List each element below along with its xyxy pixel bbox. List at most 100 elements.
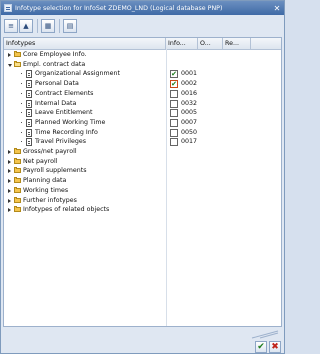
tree-folder-label: Payroll supplements	[23, 167, 87, 175]
column-header-re[interactable]: Re...	[223, 38, 251, 49]
tree-folder-row[interactable]: Core Employee Info.	[4, 50, 281, 60]
tree-item-row[interactable]: Time Recording Info 0050	[4, 128, 281, 138]
expand-arrow-icon[interactable]	[8, 179, 11, 184]
folder-icon	[14, 177, 21, 184]
title-bar[interactable]: Infotype selection for InfoSet ZDEMO_LND…	[1, 1, 284, 15]
collapse-all-icon[interactable]: ▲	[19, 19, 33, 33]
column-header-infotypes[interactable]: Infotypes	[4, 38, 166, 49]
folder-icon	[14, 51, 21, 57]
folder-icon	[14, 157, 21, 164]
tree-item-label: Time Recording Info	[35, 128, 98, 136]
button-bar: ✔ ✖	[1, 341, 284, 354]
tree-folder-label: Core Employee Info.	[23, 51, 87, 58]
tree-item-row[interactable]: Contract Elements 0016	[4, 89, 281, 99]
infotype-checkbox[interactable]	[170, 128, 178, 137]
expand-all-icon[interactable]: ≡	[4, 19, 18, 33]
tree-item-row[interactable]: Leave Entitlement 0005	[4, 108, 281, 118]
tree-folder-row[interactable]: Infotypes of related objects	[4, 205, 281, 215]
infotype-checkbox[interactable]	[170, 109, 178, 118]
expand-arrow-icon[interactable]	[8, 150, 11, 154]
resize-grip-icon[interactable]	[250, 330, 280, 339]
document-icon	[26, 80, 32, 89]
tree-item-label: Personal Data	[35, 80, 79, 88]
expand-arrow-icon[interactable]	[8, 169, 11, 174]
infotype-checkbox[interactable]: ✔	[170, 70, 178, 79]
infotype-checkbox[interactable]	[170, 118, 178, 127]
infotype-code: 0032	[181, 99, 198, 107]
folder-open-icon	[14, 60, 21, 67]
document-icon	[26, 118, 32, 127]
folder-icon	[14, 206, 21, 213]
tree-bullet	[21, 131, 22, 133]
tree-folder-row[interactable]: Payroll supplements	[4, 166, 281, 176]
cancel-icon: ✖	[271, 342, 279, 352]
toolbar: ≡ ▲ ▦ ▤	[1, 16, 284, 36]
infotype-code: 0016	[181, 89, 198, 97]
tree-bullet	[21, 83, 22, 85]
document-icon	[26, 99, 32, 108]
tree-folder-row[interactable]: Further infotypes	[4, 196, 281, 206]
infotype-code: 0005	[181, 109, 198, 117]
column-header-info[interactable]: Info...	[166, 38, 198, 49]
folder-icon	[14, 167, 21, 174]
tree-folder-label: Gross/net payroll	[23, 148, 77, 155]
column-header-o[interactable]: O...	[198, 38, 223, 49]
folder-icon	[14, 196, 21, 203]
infotype-checkbox[interactable]	[170, 89, 178, 98]
table-header: Infotypes Info... O... Re...	[4, 38, 281, 50]
expand-arrow-icon[interactable]	[8, 159, 11, 164]
tree-bullet	[21, 92, 22, 94]
tree-folder-label: Empl. contract data	[23, 60, 86, 68]
select-all-icon[interactable]: ▦	[41, 19, 55, 33]
tree-folder-label: Infotypes of related objects	[23, 206, 110, 214]
tree-folder-row[interactable]: Planning data	[4, 176, 281, 186]
infotype-code: 0050	[181, 128, 198, 136]
infotype-checkbox[interactable]	[170, 138, 178, 147]
tree-bullet	[21, 73, 22, 75]
close-icon[interactable]: ✕	[271, 2, 283, 14]
infotype-code: 0001	[181, 70, 198, 78]
tree-item-row[interactable]: Internal Data 0032	[4, 99, 281, 109]
tree-item-row[interactable]: Planned Working Time 0007	[4, 118, 281, 128]
cancel-button[interactable]: ✖	[269, 341, 281, 353]
infotype-code: 0007	[181, 118, 198, 126]
folder-icon	[14, 148, 21, 154]
folder-icon	[14, 186, 21, 193]
document-icon	[26, 138, 32, 147]
collapse-arrow-icon[interactable]	[8, 63, 12, 67]
toolbar-separator	[37, 19, 38, 33]
tree-bullet	[21, 141, 22, 143]
infotype-checkbox[interactable]	[170, 99, 178, 108]
tree-folder-label: Further infotypes	[23, 196, 77, 204]
dialog-window: Infotype selection for InfoSet ZDEMO_LND…	[0, 0, 285, 354]
window-icon	[4, 4, 12, 12]
tree-bullet	[21, 112, 22, 114]
tree-folder-row[interactable]: Empl. contract data	[4, 60, 281, 70]
document-icon	[26, 109, 32, 118]
tree-folder-label: Net payroll	[23, 157, 58, 165]
tree-folder-row[interactable]: Net payroll	[4, 157, 281, 167]
tree-item-label: Travel Privileges	[35, 138, 86, 146]
tree-item-label: Organizational Assignment	[35, 70, 120, 78]
infotype-code: 0002	[181, 80, 198, 88]
tree-folder-label: Planning data	[23, 177, 67, 185]
ok-button[interactable]: ✔	[255, 341, 267, 353]
tree-item-label: Planned Working Time	[35, 118, 106, 126]
tree-folder-row[interactable]: Gross/net payroll	[4, 147, 281, 157]
expand-arrow-icon[interactable]	[8, 53, 11, 57]
tree-folder-row[interactable]: Working times	[4, 186, 281, 196]
infotype-checkbox[interactable]: ✔	[170, 80, 178, 89]
tree-item-row[interactable]: Personal Data ✔ 0002	[4, 79, 281, 89]
expand-arrow-icon[interactable]	[8, 198, 11, 203]
check-icon: ✔	[257, 342, 265, 352]
expand-arrow-icon[interactable]	[8, 188, 11, 193]
tree-item-row[interactable]: Organizational Assignment ✔ 0001	[4, 69, 281, 79]
tree-bullet	[21, 121, 22, 123]
document-icon	[26, 89, 32, 98]
document-icon	[26, 128, 32, 137]
expand-arrow-icon[interactable]	[8, 208, 11, 213]
tree-item-row[interactable]: Travel Privileges 0017	[4, 137, 281, 147]
tree-bullet	[21, 102, 22, 104]
document-icon	[26, 70, 32, 79]
display-icon[interactable]: ▤	[63, 19, 77, 33]
